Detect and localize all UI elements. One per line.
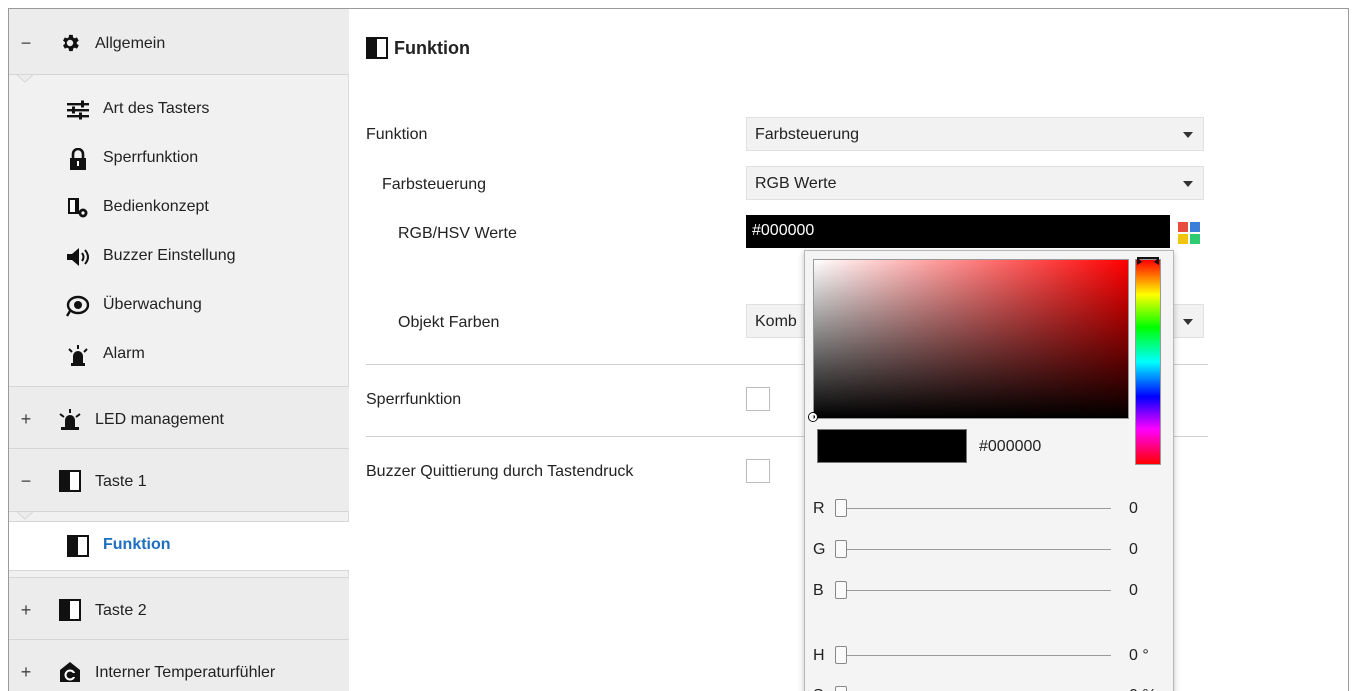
slider-track[interactable] [841,508,1111,509]
button-half-icon [66,534,90,558]
sidebar-item-label: Sperrfunktion [103,149,199,166]
rgbhsv-label: RGB/HSV Werte [398,225,517,242]
sv-handle[interactable] [809,413,817,421]
slider-b[interactable]: B 0 [813,579,1169,603]
slider-label: H [813,647,825,664]
chevron-down-icon [1183,319,1193,325]
sperrfunktion-checkbox[interactable] [746,387,770,411]
sidebar-item-label: Alarm [103,345,145,362]
rgbhsv-color-field[interactable]: #000000 [746,215,1170,248]
select-value: Komb [755,313,797,330]
chevron-down-icon [1183,181,1193,187]
app-window: − Allgemein Art des Tasters Sperrfunktio… [8,8,1349,691]
group-label: Allgemein [95,35,166,52]
slider-g[interactable]: G 0 [813,538,1169,562]
funktion-select[interactable]: Farbsteuerung [746,117,1204,151]
group-taste-1[interactable]: − Taste 1 [9,449,349,512]
group-interner-temperaturfuehler[interactable]: + Interner Temperaturfühler [9,640,349,691]
slider-label: G [813,541,826,558]
thermometer-sensor-icon [58,660,82,684]
slider-thumb[interactable] [835,581,847,599]
slider-thumb[interactable] [835,499,847,517]
sidebar-item-art-des-tasters[interactable]: Art des Tasters [9,86,349,135]
collapse-icon[interactable]: − [19,33,33,54]
color-palette-icon[interactable] [1178,222,1200,244]
buzzer-quittierung-label: Buzzer Quittierung durch Tastendruck [366,463,634,480]
slider-value: 0 [1129,500,1138,517]
sidebar-item-label: Überwachung [103,296,202,313]
sidebar: − Allgemein Art des Tasters Sperrfunktio… [9,9,349,691]
color-picker-popup: #000000 R 0 G 0 B 0 H 0 ° [804,250,1174,691]
slider-track[interactable] [841,549,1111,550]
saturation-value-area[interactable] [813,259,1129,419]
button-half-icon [366,37,388,59]
button-half-icon [58,469,82,493]
group-allgemein[interactable]: − Allgemein [9,9,349,75]
select-value: RGB Werte [755,175,837,192]
sidebar-item-label: Funktion [103,536,171,553]
expand-icon[interactable]: + [19,409,33,430]
sliders-icon [66,98,90,122]
device-gear-icon [66,196,90,220]
slider-track[interactable] [841,590,1111,591]
group-label: Interner Temperaturfühler [95,664,276,681]
slider-label: R [813,500,825,517]
farbsteuerung-select[interactable]: RGB Werte [746,166,1204,200]
hue-marker-icon[interactable] [1137,257,1159,265]
slider-thumb[interactable] [835,686,847,691]
main-panel: Funktion Funktion Farbsteuerung Farbsteu… [350,9,1348,691]
sidebar-item-bedienkonzept[interactable]: Bedienkonzept [9,184,349,233]
page-title: Funktion [366,36,470,60]
slider-r[interactable]: R 0 [813,497,1169,521]
gear-icon [58,31,82,55]
collapse-icon[interactable]: − [19,471,33,492]
slider-track[interactable] [841,655,1111,656]
slider-thumb[interactable] [835,540,847,558]
chevron-down-icon [1183,132,1193,138]
group-taste-2[interactable]: + Taste 2 [9,577,349,640]
group-label: LED management [95,411,224,428]
sidebar-item-funktion[interactable]: Funktion [9,521,349,571]
expand-icon[interactable]: + [19,600,33,621]
sidebar-item-label: Bedienkonzept [103,198,209,215]
sidebar-item-alarm[interactable]: Alarm [9,331,349,380]
sidebar-item-sperrfunktion[interactable]: Sperrfunktion [9,135,349,184]
button-half-icon [58,598,82,622]
sidebar-item-ueberwachung[interactable]: Überwachung [9,282,349,331]
group-label: Taste 2 [95,602,147,619]
color-preview [817,429,967,463]
hex-value[interactable]: #000000 [979,438,1041,456]
slider-h[interactable]: H 0 ° [813,644,1169,668]
funktion-label: Funktion [366,126,428,143]
sidebar-item-buzzer-einstellung[interactable]: Buzzer Einstellung [9,233,349,282]
eye-icon [66,294,90,318]
select-value: Farbsteuerung [755,126,860,143]
tree-notch [17,75,33,83]
objekt-farben-label: Objekt Farben [398,314,500,331]
slider-s[interactable]: S 0 % [813,684,1169,691]
farbsteuerung-label: Farbsteuerung [382,176,487,193]
sidebar-item-label: Buzzer Einstellung [103,247,236,264]
group-label: Taste 1 [95,473,147,490]
slider-value: 0 [1129,541,1138,558]
slider-label: B [813,582,824,599]
tree-notch [17,512,33,520]
slider-value: 0 % [1129,687,1157,691]
page-title-text: Funktion [394,37,470,58]
sperrfunktion-label: Sperrfunktion [366,391,462,408]
speaker-icon [66,245,90,269]
slider-value: 0 ° [1129,647,1149,664]
alarm-light-icon [66,343,90,367]
slider-label: S [813,687,827,691]
group-led-management[interactable]: + LED management [9,386,349,449]
alarm-light-icon [58,407,82,431]
sidebar-item-label: Art des Tasters [103,100,210,117]
buzzer-quittierung-checkbox[interactable] [746,459,770,483]
expand-icon[interactable]: + [19,662,33,683]
lock-icon [66,147,90,171]
slider-thumb[interactable] [835,646,847,664]
slider-value: 0 [1129,582,1138,599]
hue-slider[interactable] [1135,259,1161,465]
